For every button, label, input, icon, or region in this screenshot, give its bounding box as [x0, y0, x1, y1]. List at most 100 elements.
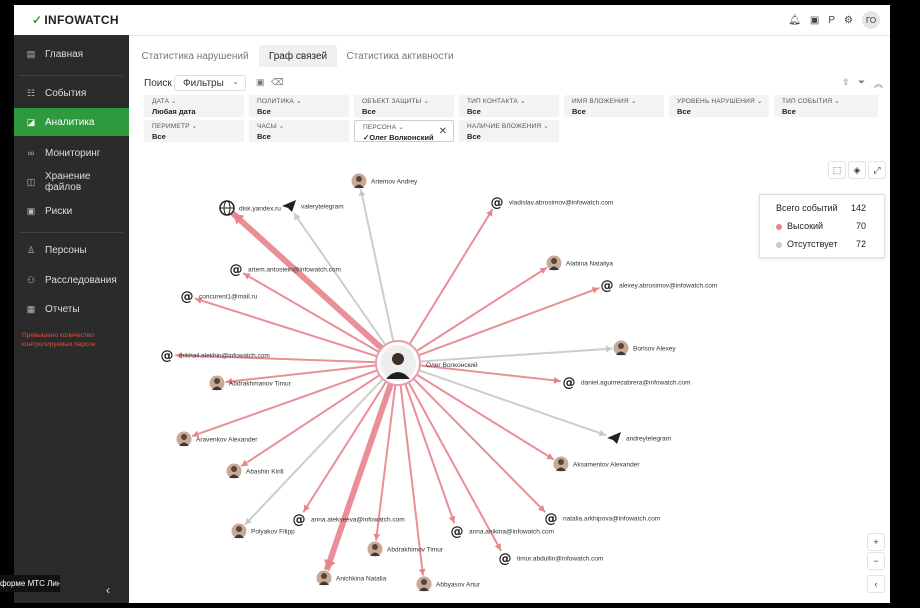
fullscreen-icon[interactable]: ⤢ [868, 161, 886, 179]
logo-mark-icon: ✓ [32, 13, 43, 27]
graph-edge-arrow [605, 345, 613, 353]
graph-edge [412, 377, 546, 513]
sidebar-item-label: События [45, 87, 87, 99]
sidebar-item-label: Персоны [45, 244, 87, 256]
sidebar-warning: Превышено количество контролируемых перс… [22, 332, 96, 348]
logo[interactable]: ✓ INFOWATCH [32, 13, 119, 27]
filter-hours[interactable]: Часы ⌄ Все [249, 120, 349, 142]
panel-collapse-chevron-icon[interactable]: ‹ [867, 575, 885, 593]
graph-node[interactable]: Polyakov Filipp [230, 522, 295, 540]
sidebar-item-reports[interactable]: ▦ Отчеты [14, 295, 129, 323]
graph-node-label: andreytelegram [626, 436, 671, 443]
filter-event-type[interactable]: Тип события ⌄ Все [774, 95, 878, 117]
tab-relationship-graph[interactable]: Граф связей [259, 45, 337, 67]
layers-icon[interactable]: ◈ [848, 161, 866, 179]
sidebar-item-persons[interactable]: ♙ Персоны [14, 236, 129, 264]
graph-node[interactable]: @ daniel.aguirrecabrera@infowatch.com [561, 374, 691, 391]
sidebar-item-monitoring[interactable]: ∞ Мониторинг [14, 139, 129, 167]
collapse-up-icon[interactable]: ︽ [874, 77, 883, 90]
graph-node[interactable]: Anichkina Natalia [315, 569, 387, 587]
avatar[interactable]: ГО [862, 11, 880, 29]
filter-policy[interactable]: Политика ⌄ Все [249, 95, 349, 117]
graph-node[interactable]: @ natalia.arkhipova@infowatch.com [543, 510, 660, 527]
sidebar-item-label: Отчеты [45, 303, 80, 315]
avatar-head [421, 579, 427, 585]
graph-edge [417, 287, 600, 357]
filter-person[interactable]: Персона ⌄ ✓Олег Волконский ✕ [354, 120, 454, 142]
bell-icon[interactable]: 🔔︎ [788, 15, 801, 26]
graph-node[interactable]: andreytelegram [607, 432, 671, 444]
graph-node[interactable]: Abashin Kirill [225, 462, 284, 480]
graph-node[interactable]: Artemov Andrey [350, 172, 418, 190]
graph-node[interactable]: @ alexey.abrosimov@infowatch.com [599, 277, 717, 294]
filter-icon[interactable]: ⏷ [858, 77, 865, 88]
telegram-icon [607, 432, 621, 444]
sidebar-collapse-chevron-icon[interactable]: ‹ [106, 583, 110, 597]
graph-node[interactable]: Abdrakhimov Timur [366, 540, 444, 558]
select-area-icon[interactable]: ⬚ [828, 161, 846, 179]
sidebar-item-events[interactable]: ☷ События [14, 79, 129, 107]
filter-label: Тип события ⌄ [782, 98, 840, 105]
save-icon[interactable]: ▣ [256, 77, 265, 88]
graph-node[interactable]: @ concurent1@mail.ru [179, 288, 258, 305]
graph-center-node[interactable]: Олег Волконский [375, 340, 478, 386]
graph-node-label: concurent1@mail.ru [199, 294, 258, 301]
sidebar-item-analytics[interactable]: ◪ Аналитика [14, 108, 129, 136]
graph-node[interactable]: Aravenkov Alexander [175, 430, 258, 448]
sidebar-item-risks[interactable]: ▣ Риски [14, 197, 129, 225]
legend-none-label: Отсутствует [787, 239, 838, 249]
zoom-in-button[interactable]: + [867, 533, 885, 551]
graph-node[interactable]: Abdrakhmanov Timur [208, 374, 292, 392]
export-icon[interactable]: ⇪ [842, 77, 850, 88]
sidebar-item-storage[interactable]: ◫ Хранение файлов [14, 168, 129, 196]
tab-activity-stats[interactable]: Статистика активности [341, 45, 459, 67]
legend-high-dot [776, 223, 782, 230]
eraser-icon[interactable]: ⌫ [271, 77, 284, 88]
filter-attachment-name[interactable]: Имя вложения ⌄ Все [564, 95, 664, 117]
tab-violation-stats[interactable]: Статистика нарушений [135, 45, 255, 67]
email-at-icon: @ [451, 525, 464, 540]
graph-node[interactable]: @ anna.anikina@infowatch.com [449, 523, 554, 540]
filter-value: Все [467, 107, 481, 116]
filter-label: Объект защиты ⌄ [362, 98, 430, 105]
clear-filter-close-icon[interactable]: ✕ [439, 126, 447, 137]
email-at-icon: @ [491, 196, 504, 211]
filter-violation-level[interactable]: Уровень нарушения ⌄ Все [669, 95, 769, 117]
graph-node[interactable]: valerytelegram [282, 200, 344, 212]
p-icon[interactable]: P [828, 15, 835, 26]
graph-node[interactable]: @ timur.abdullin@infowatch.com [497, 550, 603, 567]
filter-date[interactable]: Дата ⌄ Любая дата [144, 95, 244, 117]
zoom-out-button[interactable]: − [867, 552, 885, 570]
avatar-head [356, 176, 362, 182]
graph-node[interactable]: Aksamentov Alexander [552, 455, 640, 473]
gift-icon[interactable]: ▣ [810, 15, 819, 26]
filter-contact-type[interactable]: Тип контакта ⌄ Все [459, 95, 559, 117]
sidebar-item-investigations[interactable]: ⚇ Расследования [14, 266, 129, 294]
graph-edge [359, 188, 395, 343]
graph-node[interactable]: Abbyasov Artur [415, 575, 481, 593]
filters-dropdown[interactable]: Фильтры ⌄ [174, 75, 246, 91]
gear-icon[interactable]: ⚙ [844, 15, 853, 26]
graph-node[interactable]: Alabina Nataliya [545, 254, 613, 272]
email-at-icon: @ [601, 279, 614, 294]
legend-high-value: 70 [855, 221, 866, 231]
filter-protected-object[interactable]: Объект защиты ⌄ Все [354, 95, 454, 117]
email-at-icon: @ [161, 349, 174, 364]
graph-node-label: Borisov Alexey [633, 346, 676, 353]
chevron-down-icon: ⌄ [232, 77, 239, 86]
graph-node[interactable]: @ vladislav.abrosimov@infowatch.com [489, 194, 613, 211]
sidebar-item-label: Расследования [45, 274, 117, 286]
graph-node[interactable]: disk.yandex.ru [219, 200, 281, 216]
storage-icon: ◫ [26, 176, 36, 187]
avatar-head [618, 343, 624, 349]
graph-center-label: Олег Волконский [426, 361, 478, 369]
legend-none: Отсутствует 72 [776, 239, 876, 251]
sidebar-item-home[interactable]: ▤ Главная [14, 40, 129, 68]
filter-has-attachment[interactable]: Наличие вложения ⌄ Все [459, 120, 559, 142]
graph-edge [323, 380, 394, 573]
graph-node[interactable]: Borisov Alexey [612, 339, 676, 357]
graph-node-label: timur.abdullin@infowatch.com [517, 556, 603, 563]
filter-perimeter[interactable]: Периметр ⌄ Все [144, 120, 244, 142]
top-bar: ✓ INFOWATCH 🔔︎ ▣ P ⚙ ГО [14, 5, 890, 36]
filter-label: Политика ⌄ [257, 98, 302, 105]
